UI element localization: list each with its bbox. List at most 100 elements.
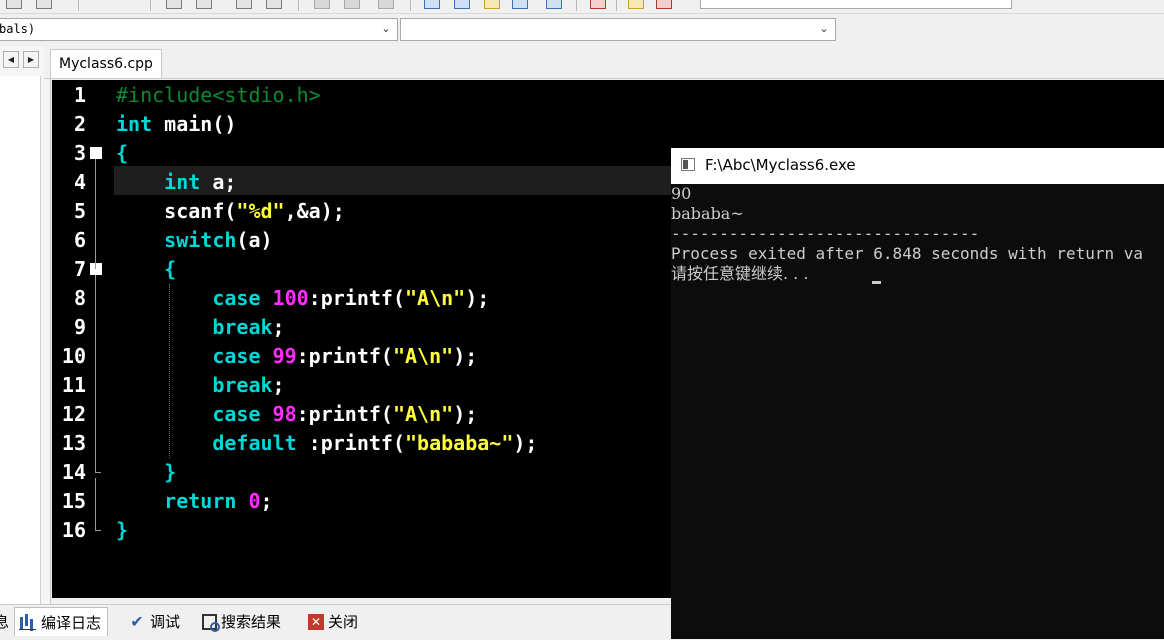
code-token: default [212,431,297,455]
bottom-tab-partial[interactable]: 息 [0,607,9,636]
code-token: :printf( [308,286,405,310]
close-icon: ✕ [308,613,324,630]
fold-line [95,275,96,472]
console-line: bababa~ [671,204,744,223]
check-icon[interactable] [484,0,500,9]
indent-guide [169,284,170,458]
code-token: #include<stdio.h> [116,83,321,107]
fold-end [95,530,101,531]
class-browser-icon[interactable] [378,0,394,9]
code-token: "bababa~" [405,431,514,455]
fold-toggle[interactable] [90,263,102,275]
console-app-icon [681,158,695,171]
code-token: case [212,286,261,310]
console-line: -------------------------------- [671,224,980,243]
console-output[interactable]: 90 bababa~ -----------------------------… [671,184,1164,639]
tab-myclass6-cpp[interactable]: Myclass6.cpp [50,49,162,78]
line-number: 4 [73,170,86,194]
toolbar-separator [150,0,151,11]
code-token: "A\n" [392,344,454,368]
undo-icon[interactable] [266,0,282,9]
line-number: 16 [61,518,86,542]
grid-icon[interactable] [424,0,440,9]
members-combo[interactable]: ⌄ [400,18,836,41]
bar-chart-icon[interactable] [628,0,644,9]
save-icon[interactable] [166,0,182,9]
code-token: 99 [272,344,297,368]
fold-line [95,159,96,269]
scroll-left-button[interactable]: ◀ [3,51,19,68]
code-line: case 100:printf("A\n"); [116,284,489,313]
scope-combo-value: bals) [0,22,36,36]
save-all-icon[interactable] [196,0,212,9]
tab-search-results[interactable]: 搜索结果 [198,607,285,636]
code-token: case [212,402,261,426]
redo-icon[interactable] [314,0,330,9]
code-token: scanf( [116,199,237,223]
code-token: } [164,460,177,484]
tab-close[interactable]: ✕ 关闭 [304,607,362,636]
console-line: 90 [671,184,692,203]
code-token: int [164,170,201,194]
code-token: "A\n" [392,402,454,426]
toolbar-field[interactable] [700,0,1012,9]
code-token: case [212,344,261,368]
toolbar-separator [576,0,577,11]
code-token: :printf( [296,402,393,426]
tab-compile-log[interactable]: 编译日志 [14,607,109,636]
code-token: main() [152,112,237,136]
grid-icon[interactable] [512,0,528,9]
open-file-icon[interactable] [36,0,52,9]
bar-chart-icon[interactable] [656,0,672,9]
code-line: { [116,139,128,168]
editor-tab-strip: Myclass6.cpp [44,46,1164,79]
console-cursor [872,281,881,284]
code-token: ); [453,344,478,368]
debug-check-icon: ✔ [130,611,144,631]
code-token: { [164,257,177,281]
code-line: break; [116,313,284,342]
fold-toggle[interactable] [90,147,102,159]
code-token: switch [164,228,237,252]
console-window[interactable]: F:\Abc\Myclass6.exe 90 bababa~ ---------… [671,148,1164,639]
project-tree[interactable] [0,76,41,606]
code-token: break [212,373,273,397]
fold-end [95,472,101,473]
code-token: ; [272,373,285,397]
search-results-icon [202,613,220,632]
print-icon[interactable] [236,0,252,9]
new-file-icon[interactable] [6,0,22,9]
stop-icon[interactable] [344,0,360,9]
toolbar-separator [616,0,617,11]
code-token: int [116,112,153,136]
line-number: 7 [73,257,86,281]
check-icon[interactable] [546,0,562,9]
chevron-down-icon[interactable]: ⌄ [379,20,393,38]
code-token: 100 [272,286,309,310]
code-line: return 0; [116,487,272,516]
code-token: (a) [236,228,273,252]
line-number-gutter: 1 2 3 4 5 6 7 8 9 10 11 12 13 14 15 16 [52,80,110,598]
console-titlebar[interactable]: F:\Abc\Myclass6.exe [671,148,1164,184]
chart-icon[interactable] [454,0,470,9]
chevron-down-icon[interactable]: ⌄ [817,20,831,38]
tab-debug[interactable]: ✔ 调试 [124,607,184,636]
line-number: 12 [61,402,86,426]
code-line: case 98:printf("A\n"); [116,400,477,429]
code-line: default :printf("bababa~"); [116,429,537,458]
project-panel: ◀ ▶ [0,46,51,606]
toolbar-separator [410,0,411,11]
code-line: scanf("%d",&a); [116,197,345,226]
scope-combo[interactable]: bals) ⌄ [0,18,398,41]
scroll-right-button[interactable]: ▶ [23,51,39,68]
code-token: 98 [272,402,297,426]
code-token: "%d" [236,199,285,223]
tab-debug-label: 调试 [150,613,181,631]
delete-icon[interactable] [590,0,606,9]
